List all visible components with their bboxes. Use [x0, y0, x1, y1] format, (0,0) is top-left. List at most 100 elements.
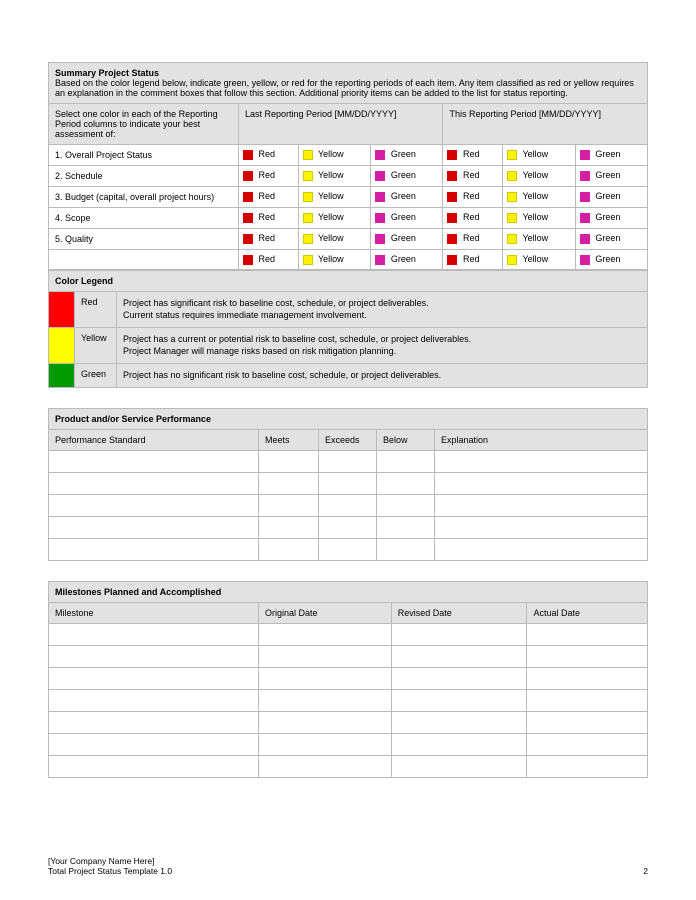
summary-header: Summary Project Status Based on the colo… — [49, 63, 648, 104]
red-checkbox-icon[interactable] — [243, 171, 253, 181]
perf-cell[interactable] — [49, 450, 259, 472]
red-checkbox-icon[interactable] — [447, 213, 457, 223]
ms-cell[interactable] — [49, 755, 259, 777]
status-yellow-option[interactable]: Yellow — [503, 229, 576, 250]
status-green-option[interactable]: Green — [371, 187, 443, 208]
yellow-checkbox-icon[interactable] — [507, 234, 517, 244]
green-checkbox-icon[interactable] — [375, 150, 385, 160]
status-red-option[interactable]: Red — [443, 166, 503, 187]
status-red-option[interactable]: Red — [239, 229, 299, 250]
yellow-label: Yellow — [316, 170, 344, 180]
yellow-label: Yellow — [316, 149, 344, 159]
ms-cell[interactable] — [49, 667, 259, 689]
status-red-option[interactable]: Red — [443, 187, 503, 208]
status-green-option[interactable]: Green — [575, 250, 647, 270]
perf-cell[interactable] — [49, 538, 259, 560]
status-red-option[interactable]: Red — [443, 229, 503, 250]
green-checkbox-icon[interactable] — [580, 150, 590, 160]
status-green-option[interactable]: Green — [575, 229, 647, 250]
green-label: Green — [593, 149, 621, 159]
green-checkbox-icon[interactable] — [375, 213, 385, 223]
milestones-table: Milestones Planned and Accomplished Mile… — [48, 581, 648, 778]
status-green-option[interactable]: Green — [371, 145, 443, 166]
yellow-checkbox-icon[interactable] — [303, 234, 313, 244]
green-checkbox-icon[interactable] — [580, 255, 590, 265]
status-yellow-option[interactable]: Yellow — [503, 145, 576, 166]
ms-h1: Original Date — [259, 602, 392, 623]
red-checkbox-icon[interactable] — [243, 192, 253, 202]
ms-cell[interactable] — [49, 645, 259, 667]
status-green-option[interactable]: Green — [371, 229, 443, 250]
yellow-checkbox-icon[interactable] — [507, 255, 517, 265]
yellow-checkbox-icon[interactable] — [507, 192, 517, 202]
yellow-checkbox-icon[interactable] — [507, 171, 517, 181]
legend-label: Yellow — [75, 327, 117, 363]
green-checkbox-icon[interactable] — [375, 171, 385, 181]
status-red-option[interactable]: Red — [239, 187, 299, 208]
red-label: Red — [460, 170, 479, 180]
green-label: Green — [593, 170, 621, 180]
red-checkbox-icon[interactable] — [447, 234, 457, 244]
status-yellow-option[interactable]: Yellow — [503, 187, 576, 208]
status-yellow-option[interactable]: Yellow — [298, 208, 371, 229]
ms-h0: Milestone — [49, 602, 259, 623]
status-red-option[interactable]: Red — [239, 166, 299, 187]
yellow-checkbox-icon[interactable] — [303, 171, 313, 181]
red-checkbox-icon[interactable] — [447, 255, 457, 265]
ms-cell[interactable] — [49, 623, 259, 645]
status-yellow-option[interactable]: Yellow — [298, 187, 371, 208]
red-checkbox-icon[interactable] — [243, 213, 253, 223]
green-checkbox-icon[interactable] — [580, 234, 590, 244]
red-checkbox-icon[interactable] — [447, 171, 457, 181]
status-yellow-option[interactable]: Yellow — [298, 250, 371, 270]
yellow-checkbox-icon[interactable] — [507, 150, 517, 160]
red-checkbox-icon[interactable] — [243, 255, 253, 265]
yellow-checkbox-icon[interactable] — [303, 192, 313, 202]
green-checkbox-icon[interactable] — [580, 192, 590, 202]
green-checkbox-icon[interactable] — [375, 255, 385, 265]
ms-cell[interactable] — [49, 711, 259, 733]
status-red-option[interactable]: Red — [239, 145, 299, 166]
red-label: Red — [256, 191, 275, 201]
status-red-option[interactable]: Red — [443, 250, 503, 270]
green-checkbox-icon[interactable] — [580, 171, 590, 181]
status-yellow-option[interactable]: Yellow — [298, 145, 371, 166]
status-yellow-option[interactable]: Yellow — [298, 229, 371, 250]
status-red-option[interactable]: Red — [443, 145, 503, 166]
status-red-option[interactable]: Red — [239, 208, 299, 229]
status-yellow-option[interactable]: Yellow — [503, 208, 576, 229]
legend-swatch-red — [49, 291, 75, 327]
status-green-option[interactable]: Green — [371, 166, 443, 187]
red-checkbox-icon[interactable] — [243, 234, 253, 244]
green-checkbox-icon[interactable] — [375, 192, 385, 202]
ms-cell[interactable] — [49, 733, 259, 755]
red-label: Red — [256, 212, 275, 222]
status-green-option[interactable]: Green — [371, 250, 443, 270]
status-green-option[interactable]: Green — [371, 208, 443, 229]
yellow-checkbox-icon[interactable] — [303, 213, 313, 223]
status-red-option[interactable]: Red — [239, 250, 299, 270]
perf-cell[interactable] — [49, 472, 259, 494]
perf-cell[interactable] — [49, 516, 259, 538]
green-checkbox-icon[interactable] — [375, 234, 385, 244]
status-yellow-option[interactable]: Yellow — [503, 250, 576, 270]
status-yellow-option[interactable]: Yellow — [503, 166, 576, 187]
status-red-option[interactable]: Red — [443, 208, 503, 229]
yellow-checkbox-icon[interactable] — [507, 213, 517, 223]
yellow-checkbox-icon[interactable] — [303, 255, 313, 265]
ms-cell[interactable] — [49, 689, 259, 711]
perf-h0: Performance Standard — [49, 429, 259, 450]
status-green-option[interactable]: Green — [575, 208, 647, 229]
summary-status-table: Summary Project Status Based on the colo… — [48, 62, 648, 270]
status-yellow-option[interactable]: Yellow — [298, 166, 371, 187]
green-checkbox-icon[interactable] — [580, 213, 590, 223]
yellow-checkbox-icon[interactable] — [303, 150, 313, 160]
red-checkbox-icon[interactable] — [447, 150, 457, 160]
status-green-option[interactable]: Green — [575, 187, 647, 208]
status-green-option[interactable]: Green — [575, 166, 647, 187]
perf-cell[interactable] — [49, 494, 259, 516]
ms-h2: Revised Date — [391, 602, 527, 623]
status-green-option[interactable]: Green — [575, 145, 647, 166]
red-checkbox-icon[interactable] — [243, 150, 253, 160]
red-checkbox-icon[interactable] — [447, 192, 457, 202]
